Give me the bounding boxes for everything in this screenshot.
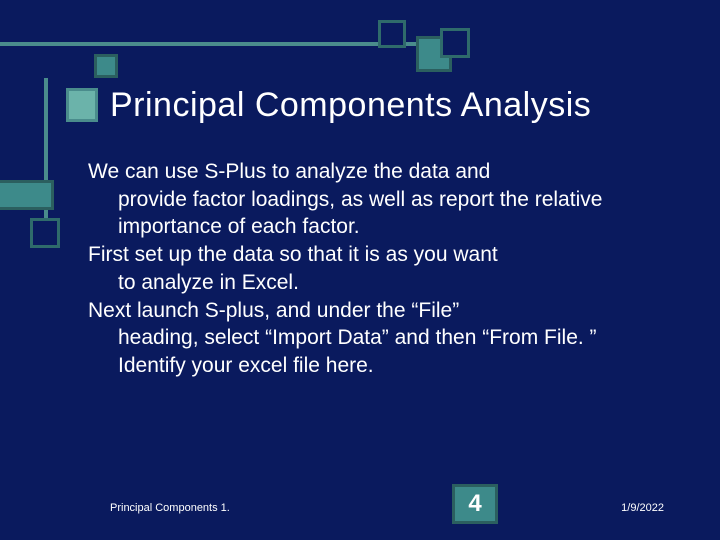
- decor-square-icon: [66, 88, 98, 122]
- slide-number: 4: [468, 490, 481, 518]
- decor-square-icon: [378, 20, 406, 48]
- footer-date: 1/9/2022: [621, 502, 664, 514]
- paragraph: First set up the data so that it is as y…: [88, 241, 648, 296]
- paragraph: Next launch S-plus, and under the “File”…: [88, 297, 648, 380]
- paragraph: We can use S-Plus to analyze the data an…: [88, 158, 648, 241]
- text-line: We can use S-Plus to analyze the data an…: [88, 160, 490, 183]
- text-line: to analyze in Excel.: [88, 269, 648, 297]
- text-line: heading, select “Import Data” and then “…: [88, 324, 648, 379]
- text-line: First set up the data so that it is as y…: [88, 243, 498, 266]
- slide-title: Principal Components Analysis: [110, 86, 680, 125]
- decor-square-icon: [94, 54, 118, 78]
- footer-left: Principal Components 1.: [110, 502, 230, 514]
- slide: Principal Components Analysis We can use…: [0, 0, 720, 540]
- text-line: provide factor loadings, as well as repo…: [88, 186, 648, 241]
- decor-square-icon: [0, 180, 54, 210]
- slide-body: We can use S-Plus to analyze the data an…: [88, 158, 648, 380]
- decor-square-icon: [30, 218, 60, 248]
- decor-line-left: [44, 78, 48, 238]
- text-line: Next launch S-plus, and under the “File”: [88, 299, 459, 322]
- decor-square-icon: [440, 28, 470, 58]
- slide-number-box: 4: [452, 484, 498, 524]
